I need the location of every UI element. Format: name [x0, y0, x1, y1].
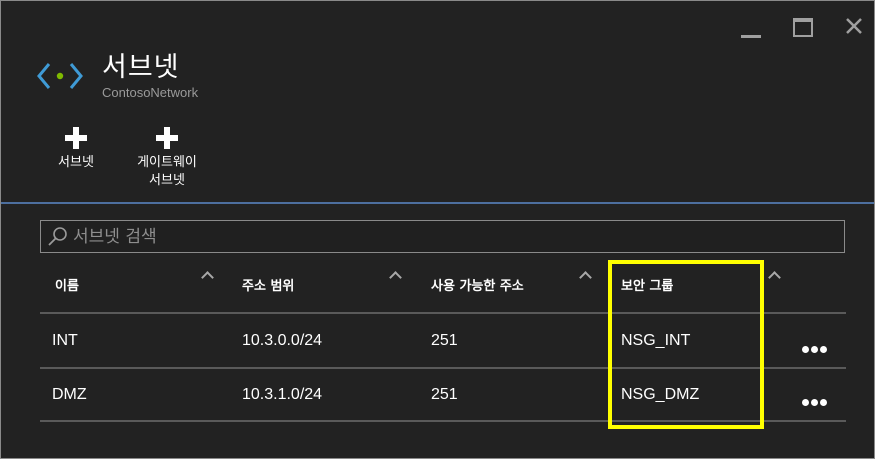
maximize-icon[interactable] [793, 15, 815, 39]
virtual-network-icon [37, 61, 83, 95]
subnets-blade: 서브넷 ContosoNetwork 서브넷 게이트웨이 서브넷 이름 주소 범… [0, 0, 875, 459]
add-subnet-button[interactable]: 서브넷 [53, 127, 99, 172]
sort-icon[interactable] [201, 271, 213, 281]
sort-icon[interactable] [579, 271, 591, 281]
page-subtitle: ContosoNetwork [102, 85, 199, 100]
search-box[interactable] [40, 220, 845, 253]
more-options-icon[interactable] [802, 346, 828, 354]
cell-address-range: 10.3.1.0/24 [242, 386, 323, 403]
cell-address-range: 10.3.0.0/24 [242, 332, 323, 349]
add-gateway-subnet-label: 게이트웨이 서브넷 [137, 155, 197, 188]
minimize-icon[interactable] [741, 15, 763, 39]
add-subnet-label: 서브넷 [58, 155, 94, 170]
cell-name: DMZ [52, 386, 87, 403]
more-options-icon[interactable] [802, 399, 828, 407]
security-group-highlight [608, 260, 764, 429]
close-icon[interactable] [845, 15, 867, 39]
column-header-address-range[interactable]: 주소 범위 [242, 275, 294, 294]
cell-available-addresses: 251 [431, 386, 458, 403]
cell-available-addresses: 251 [431, 332, 458, 349]
add-gateway-subnet-button[interactable]: 게이트웨이 서브넷 [127, 127, 207, 190]
cell-name: INT [52, 332, 78, 349]
plus-icon [65, 127, 87, 149]
sort-icon[interactable] [389, 271, 401, 281]
page-title: 서브넷 [102, 52, 180, 83]
plus-icon [156, 127, 178, 149]
search-input[interactable] [71, 224, 835, 250]
column-header-name[interactable]: 이름 [55, 275, 79, 294]
column-header-available-addresses[interactable]: 사용 가능한 주소 [431, 275, 524, 294]
search-icon [47, 226, 69, 252]
command-bar-divider [1, 202, 874, 204]
sort-icon[interactable] [768, 271, 780, 281]
